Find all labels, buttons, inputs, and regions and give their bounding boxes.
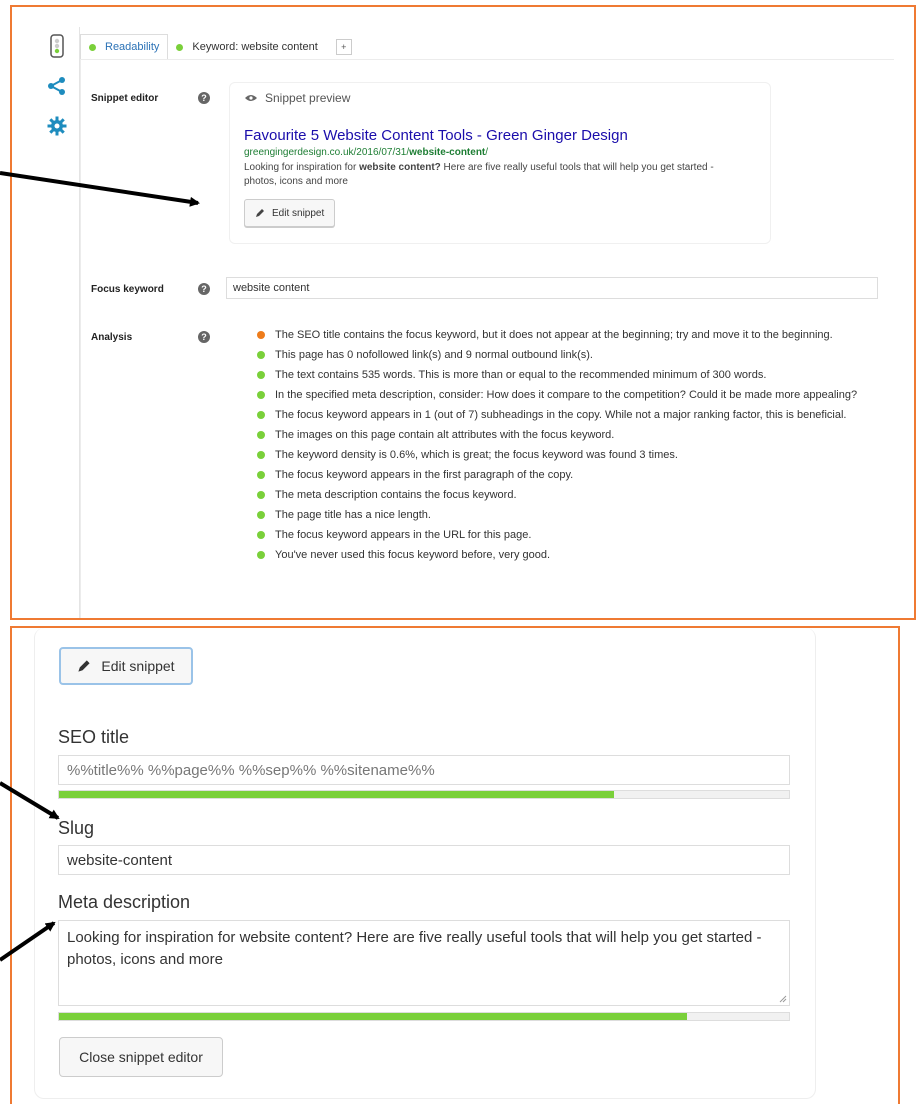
analysis-item: The focus keyword appears in 1 (out of 7…	[257, 408, 872, 422]
eye-icon	[245, 95, 257, 101]
tab-keyword[interactable]: Keyword: website content	[168, 35, 325, 59]
focus-keyword-label: Focus keyword	[91, 284, 164, 295]
meta-description-label: Meta description	[58, 892, 191, 912]
metabox-tabs: Readability Keyword: website content +	[80, 34, 352, 60]
help-icon[interactable]: ?	[198, 283, 210, 295]
snippet-editor-label: Snippet editor	[91, 93, 159, 104]
analysis-item: This page has 0 nofollowed link(s) and 9…	[257, 348, 872, 362]
readability-score-dot	[89, 43, 96, 51]
analysis-item: The images on this page contain alt attr…	[257, 428, 872, 442]
add-keyword-button[interactable]: +	[335, 39, 352, 55]
analysis-status-dot	[257, 331, 265, 339]
seo-metabox-panel: Readability Keyword: website content + S…	[10, 5, 916, 620]
analysis-status-dot	[257, 471, 265, 479]
analysis-status-dot	[257, 351, 265, 359]
tab-keyword-label: Keyword: website content	[192, 41, 318, 53]
tab-readability-label: Readability	[105, 41, 160, 53]
analysis-item-text: You've never used this focus keyword bef…	[275, 549, 551, 561]
close-snippet-editor-button[interactable]: Close snippet editor	[59, 1037, 223, 1077]
analysis-item: You've never used this focus keyword bef…	[257, 548, 872, 562]
snippet-preview-heading-text: Snippet preview	[265, 91, 351, 105]
snippet-url-prefix: greengingerdesign.co.uk/2016/07/31/	[244, 147, 410, 158]
pencil-icon	[78, 660, 91, 672]
snippet-desc-keyword: website content?	[359, 162, 441, 173]
analysis-item-text: The SEO title contains the focus keyword…	[275, 329, 833, 341]
analysis-list: The SEO title contains the focus keyword…	[257, 328, 872, 568]
analysis-status-dot	[257, 551, 265, 559]
analysis-status-dot	[257, 371, 265, 379]
analysis-item: The focus keyword appears in the first p…	[257, 468, 872, 482]
slug-label: Slug	[58, 818, 95, 838]
snippet-url-suffix: /	[485, 147, 489, 158]
metabox-sidebar	[44, 33, 70, 153]
analysis-item: The SEO title contains the focus keyword…	[257, 328, 872, 342]
pencil-icon	[256, 209, 264, 217]
slug-input[interactable]: website-content	[58, 845, 790, 875]
seo-title-progress-fill	[59, 791, 614, 798]
snippet-url-keyword: website-content	[409, 147, 486, 158]
analysis-item-text: The page title has a nice length.	[275, 509, 431, 521]
snippet-title[interactable]: Favourite 5 Website Content Tools - Gree…	[244, 127, 628, 144]
analysis-item: In the specified meta description, consi…	[257, 388, 872, 402]
snippet-preview-card: Snippet preview Favourite 5 Website Cont…	[229, 82, 771, 244]
analysis-label: Analysis	[91, 332, 133, 343]
gear-icon[interactable]	[44, 113, 70, 139]
edit-snippet-label: Edit snippet	[101, 658, 175, 674]
snippet-desc-before: Looking for inspiration for	[244, 162, 360, 173]
analysis-item-text: The focus keyword appears in the first p…	[275, 469, 574, 481]
analysis-item-text: The focus keyword appears in 1 (out of 7…	[275, 409, 847, 421]
analysis-item-text: In the specified meta description, consi…	[275, 389, 858, 401]
analysis-status-dot	[257, 531, 265, 539]
snippet-section: Snippet editor ? Snippet preview Favouri…	[80, 59, 894, 618]
resize-handle-icon[interactable]	[779, 995, 787, 1003]
analysis-item: The keyword density is 0.6%, which is gr…	[257, 448, 872, 462]
edit-snippet-button-small[interactable]: Edit snippet	[244, 199, 336, 227]
help-icon[interactable]: ?	[198, 331, 210, 343]
seo-title-progress	[58, 790, 790, 799]
analysis-item-text: The images on this page contain alt attr…	[275, 429, 615, 441]
analysis-status-dot	[257, 511, 265, 519]
traffic-light-icon[interactable]	[44, 33, 70, 59]
share-icon[interactable]	[44, 73, 70, 99]
snippet-description: Looking for inspiration for website cont…	[244, 161, 724, 189]
edit-snippet-button[interactable]: Edit snippet	[59, 647, 193, 685]
analysis-status-dot	[257, 451, 265, 459]
analysis-item-text: The text contains 535 words. This is mor…	[275, 369, 767, 381]
meta-description-textarea[interactable]: Looking for inspiration for website cont…	[58, 920, 790, 1006]
snippet-url: greengingerdesign.co.uk/2016/07/31/websi…	[244, 147, 488, 158]
meta-description-progress-fill	[59, 1013, 687, 1020]
analysis-item-text: This page has 0 nofollowed link(s) and 9…	[275, 349, 593, 361]
snippet-preview-heading: Snippet preview	[244, 91, 350, 105]
metabox-content: Readability Keyword: website content + S…	[79, 27, 902, 618]
seo-title-label: SEO title	[58, 727, 130, 747]
seo-title-input[interactable]: %%title%% %%page%% %%sep%% %%sitename%%	[58, 755, 790, 785]
edit-snippet-small-label: Edit snippet	[272, 207, 325, 219]
meta-description-progress	[58, 1012, 790, 1021]
analysis-item-text: The meta description contains the focus …	[275, 489, 517, 501]
snippet-editor-panel: Edit snippet SEO title %%title%% %%page%…	[10, 626, 900, 1104]
analysis-item: The text contains 535 words. This is mor…	[257, 368, 872, 382]
analysis-item: The focus keyword appears in the URL for…	[257, 528, 872, 542]
keyword-score-dot	[176, 43, 184, 51]
focus-keyword-input[interactable]: website content	[226, 277, 878, 299]
analysis-item: The page title has a nice length.	[257, 508, 872, 522]
analysis-item: The meta description contains the focus …	[257, 488, 872, 502]
analysis-item-text: The focus keyword appears in the URL for…	[275, 529, 532, 541]
tab-readability[interactable]: Readability	[80, 34, 169, 60]
analysis-status-dot	[257, 391, 265, 399]
analysis-item-text: The keyword density is 0.6%, which is gr…	[275, 449, 678, 461]
help-icon[interactable]: ?	[198, 92, 210, 104]
analysis-status-dot	[257, 411, 265, 419]
analysis-status-dot	[257, 491, 265, 499]
analysis-status-dot	[257, 431, 265, 439]
